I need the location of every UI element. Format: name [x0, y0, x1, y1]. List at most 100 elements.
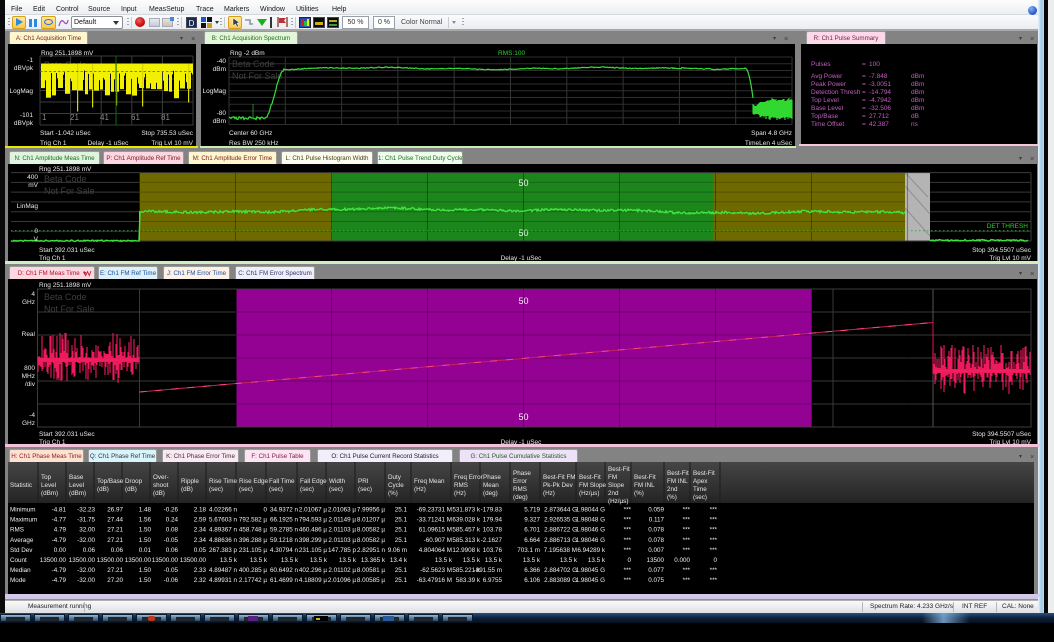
svg-text:8.00581 µ: 8.00581 µ	[357, 567, 386, 574]
svg-text:-40: -40	[217, 58, 227, 65]
svg-text:231.105 µ: 231.105 µ	[239, 547, 268, 554]
svg-text:***: ***	[710, 527, 718, 534]
svg-text:66.1925 n: 66.1925 n	[270, 517, 299, 524]
svg-text:RMS: RMS	[454, 482, 468, 489]
svg-text:Best-Fit FM: Best-Fit FM	[543, 474, 576, 481]
svg-text:DET THRESH: DET THRESH	[987, 223, 1029, 230]
svg-text:Best-Fit: Best-Fit	[608, 466, 630, 473]
svg-text:0: 0	[263, 507, 267, 514]
svg-text:Freq Error: Freq Error	[454, 474, 483, 481]
svg-text:(Hz/µs): (Hz/µs)	[608, 498, 628, 505]
svg-text:dBm: dBm	[213, 118, 226, 125]
svg-text:Over-: Over-	[153, 474, 169, 481]
svg-text:6.664: 6.664	[524, 537, 540, 544]
svg-text:RMS: RMS	[513, 486, 527, 493]
svg-text:Real: Real	[22, 331, 36, 338]
svg-text:Freq Mean: Freq Mean	[414, 478, 445, 485]
svg-text:dBm: dBm	[911, 97, 924, 104]
svg-text:Top Level: Top Level	[811, 97, 839, 104]
svg-text:2.884702 G: 2.884702 G	[544, 567, 577, 574]
svg-text:Best-Fit: Best-Fit	[693, 470, 715, 477]
svg-text:267.383 p: 267.383 p	[209, 547, 238, 554]
svg-text:1.98046 G: 1.98046 G	[576, 527, 606, 534]
svg-text:Top/Base: Top/Base	[97, 478, 124, 485]
svg-text:13500.00: 13500.00	[125, 557, 152, 564]
svg-text:GHz: GHz	[22, 299, 35, 306]
svg-text:81: 81	[161, 113, 170, 122]
svg-text:59.2785 n: 59.2785 n	[270, 527, 299, 534]
svg-text:25.1: 25.1	[395, 567, 408, 574]
svg-text:Best-Fit: Best-Fit	[634, 474, 656, 481]
svg-text:4.89367 n: 4.89367 n	[209, 527, 238, 534]
svg-text:Beta Code: Beta Code	[44, 174, 87, 184]
svg-text:=: =	[862, 73, 866, 80]
svg-text:26.97: 26.97	[107, 507, 123, 514]
svg-text:13.5 k: 13.5 k	[339, 557, 357, 564]
svg-text:13.5 k: 13.5 k	[435, 557, 453, 564]
svg-text:(%): (%)	[667, 494, 677, 501]
svg-text:13.4 k: 13.4 k	[390, 557, 408, 564]
svg-text:27.20: 27.20	[107, 577, 123, 584]
svg-text:50: 50	[518, 228, 528, 238]
svg-text:Not For Sale: Not For Sale	[44, 304, 95, 314]
svg-text:0.05: 0.05	[194, 547, 207, 554]
svg-text:27.21: 27.21	[107, 567, 123, 574]
svg-text:2.59: 2.59	[194, 517, 207, 524]
svg-text:Time: Time	[693, 486, 707, 493]
svg-text:Mean: Mean	[483, 482, 499, 489]
svg-text:7.195638 M: 7.195638 M	[544, 547, 577, 554]
svg-text:6.366: 6.366	[524, 567, 540, 574]
svg-text:100: 100	[869, 61, 880, 68]
svg-text:13.5 k: 13.5 k	[310, 557, 328, 564]
svg-text:27.712: 27.712	[869, 113, 889, 120]
svg-text:Not For Sale: Not For Sale	[232, 71, 283, 81]
svg-text:792.582 µ: 792.582 µ	[239, 517, 268, 524]
svg-text:531.873 k: 531.873 k	[452, 507, 481, 514]
svg-text:0.078: 0.078	[648, 527, 664, 534]
svg-text:Time Offset: Time Offset	[811, 121, 844, 128]
svg-text:Best-Fit: Best-Fit	[579, 474, 601, 481]
svg-text:***: ***	[710, 537, 718, 544]
svg-text:0.117: 0.117	[649, 517, 665, 524]
svg-text:-0.26: -0.26	[164, 507, 179, 514]
svg-text:2.18: 2.18	[194, 507, 207, 514]
svg-text:2.34: 2.34	[194, 527, 207, 534]
svg-text:-3.0051: -3.0051	[869, 81, 891, 88]
svg-text:(dB): (dB)	[181, 486, 193, 493]
svg-text:RMS:100: RMS:100	[498, 50, 525, 57]
svg-text:LogMag: LogMag	[10, 88, 34, 95]
svg-text:-32.00: -32.00	[77, 577, 95, 584]
svg-text:103.78: 103.78	[483, 527, 503, 534]
svg-text:-32.23: -32.23	[77, 507, 95, 514]
svg-text:13.5 k: 13.5 k	[220, 557, 238, 564]
svg-text:-63.47916 M: -63.47916 M	[417, 577, 452, 584]
svg-text:13.5 k: 13.5 k	[463, 557, 481, 564]
svg-text:MHz: MHz	[22, 373, 35, 380]
svg-text:dBm: dBm	[911, 105, 924, 112]
svg-text:2.01067 µ: 2.01067 µ	[299, 507, 328, 514]
svg-text:1.98046 G: 1.98046 G	[576, 537, 606, 544]
svg-text:402.296 µ: 402.296 µ	[299, 567, 328, 574]
svg-text:***: ***	[624, 517, 632, 524]
svg-text:-7.848: -7.848	[869, 73, 888, 80]
svg-text:4.88636 n: 4.88636 n	[209, 537, 238, 544]
svg-text:Slope: Slope	[608, 482, 625, 489]
svg-text:400.285 µ: 400.285 µ	[239, 567, 268, 574]
svg-text:6.106: 6.106	[524, 577, 540, 584]
svg-text:2.32: 2.32	[194, 577, 207, 584]
svg-text:1.50: 1.50	[139, 577, 152, 584]
svg-text:13.5 k: 13.5 k	[281, 557, 299, 564]
svg-text:2.01096 µ: 2.01096 µ	[328, 577, 357, 584]
svg-text:4: 4	[31, 291, 35, 298]
svg-text:8.00582 µ: 8.00582 µ	[357, 527, 386, 534]
svg-text:(dB): (dB)	[125, 486, 137, 493]
svg-text:-4: -4	[29, 412, 35, 419]
svg-text:Width: Width	[329, 478, 346, 485]
svg-text:dBVpk: dBVpk	[14, 120, 34, 127]
svg-text:FM INL: FM INL	[667, 478, 688, 485]
svg-text:0.00: 0.00	[54, 547, 67, 554]
svg-text:***: ***	[624, 537, 632, 544]
svg-text:-4.79: -4.79	[52, 577, 67, 584]
svg-text:179.94: 179.94	[483, 517, 503, 524]
svg-text:2.01149 µ: 2.01149 µ	[328, 517, 356, 524]
